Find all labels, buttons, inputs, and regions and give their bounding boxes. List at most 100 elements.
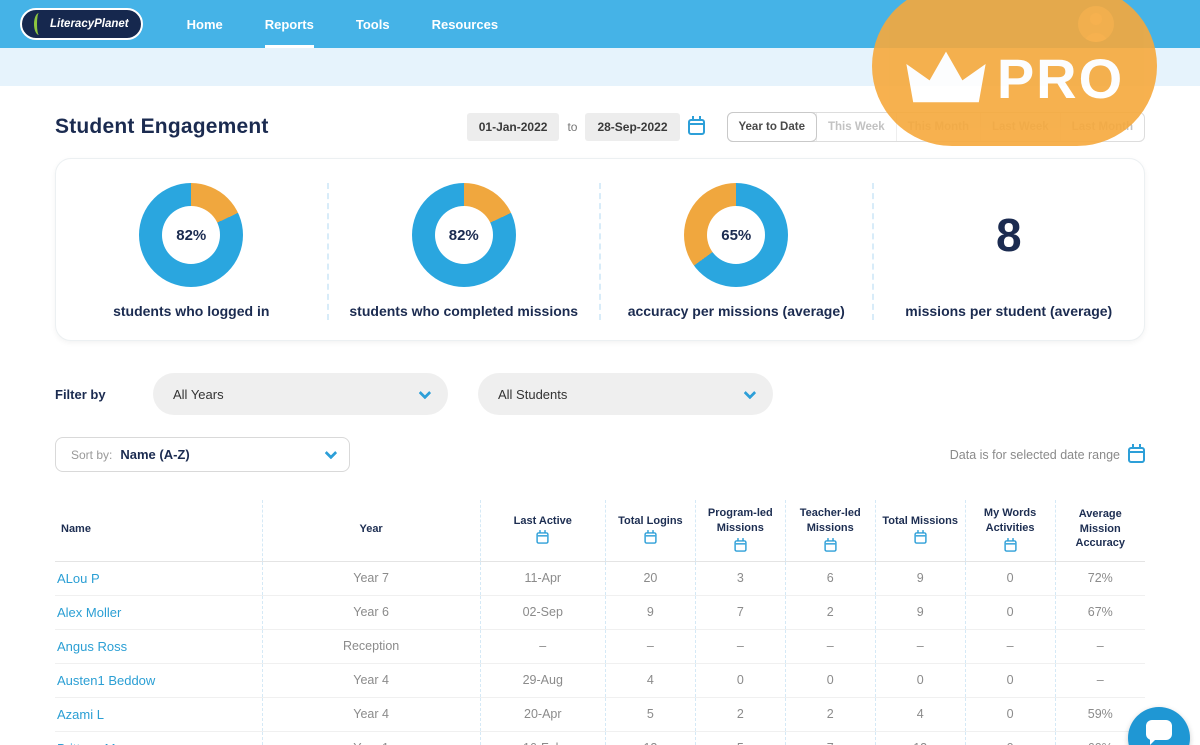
student-name-link[interactable]: Azami L xyxy=(57,707,104,722)
last-active-cell: 11-Apr xyxy=(480,561,605,595)
total-missions-cell: 12 xyxy=(875,731,965,745)
sort-dropdown[interactable]: Sort by: Name (A-Z) xyxy=(55,437,350,472)
nav-home[interactable]: Home xyxy=(187,0,223,48)
column-header-last-active: Last Active xyxy=(480,500,605,561)
avg-accuracy-cell: – xyxy=(1055,629,1145,663)
donut-chart-logged-in: 82% xyxy=(139,183,243,287)
date-note-text: Data is for selected date range xyxy=(950,448,1120,462)
pro-label: PRO xyxy=(997,51,1124,107)
total-missions-cell: – xyxy=(875,629,965,663)
date-to-input[interactable]: 28-Sep-2022 xyxy=(585,113,679,141)
stat-label: students who completed missions xyxy=(349,302,578,320)
to-label: to xyxy=(567,120,577,134)
program-led-cell: 3 xyxy=(695,561,785,595)
student-name-link[interactable]: Angus Ross xyxy=(57,639,127,654)
logo-leaf-icon xyxy=(34,13,44,35)
year-filter-dropdown[interactable]: All Years xyxy=(153,373,448,415)
student-name-link[interactable]: Alex Moller xyxy=(57,605,121,620)
last-active-cell: 02-Sep xyxy=(480,595,605,629)
student-name-cell: Austen1 Beddow xyxy=(55,663,262,697)
pro-watermark: PRO xyxy=(872,0,1157,146)
stat-accuracy: 65% accuracy per missions (average) xyxy=(601,183,874,320)
year-cell: Reception xyxy=(262,629,480,663)
sort-value: Name (A-Z) xyxy=(120,447,189,462)
calendar-icon[interactable] xyxy=(824,540,836,552)
stats-card: 82% students who logged in 82% students … xyxy=(55,158,1145,341)
calendar-icon[interactable] xyxy=(1128,447,1145,463)
table-row: Austen1 Beddow Year 4 29-Aug 4 0 0 0 0 – xyxy=(55,663,1145,697)
nav-resources[interactable]: Resources xyxy=(432,0,498,48)
teacher-led-cell: 2 xyxy=(785,595,875,629)
literacyplanet-logo[interactable]: LiteracyPlanet xyxy=(20,8,143,40)
year-filter-value: All Years xyxy=(173,387,224,402)
my-words-cell: 0 xyxy=(965,731,1055,745)
my-words-cell: – xyxy=(965,629,1055,663)
nav-reports[interactable]: Reports xyxy=(265,0,314,48)
program-led-cell: 2 xyxy=(695,697,785,731)
my-words-cell: 0 xyxy=(965,663,1055,697)
stat-label: accuracy per missions (average) xyxy=(628,302,845,320)
my-words-cell: 0 xyxy=(965,595,1055,629)
column-header-total-missions: Total Missions xyxy=(875,500,965,561)
my-words-cell: 0 xyxy=(965,697,1055,731)
table-row: Azami L Year 4 20-Apr 5 2 2 4 0 59% xyxy=(55,697,1145,731)
student-name-cell: Angus Ross xyxy=(55,629,262,663)
chevron-down-icon xyxy=(325,447,338,460)
year-cell: Year 4 xyxy=(262,663,480,697)
total-logins-cell: 5 xyxy=(605,697,695,731)
table-row: Alex Moller Year 6 02-Sep 9 7 2 9 0 67% xyxy=(55,595,1145,629)
tab-this-week[interactable]: This Week xyxy=(816,113,896,141)
main-content: Student Engagement 01-Jan-2022 to 28-Sep… xyxy=(0,112,1200,745)
chat-icon xyxy=(1146,720,1172,740)
total-logins-cell: 9 xyxy=(605,595,695,629)
last-active-cell: – xyxy=(480,629,605,663)
student-name-cell: Brittney Maree xyxy=(55,731,262,745)
big-number-value: 8 xyxy=(996,208,1022,262)
donut-value: 65% xyxy=(721,227,751,244)
teacher-led-cell: – xyxy=(785,629,875,663)
teacher-led-cell: 7 xyxy=(785,731,875,745)
stat-label: missions per student (average) xyxy=(905,302,1112,320)
column-header-my-words: My Words Activities xyxy=(965,500,1055,561)
total-logins-cell: – xyxy=(605,629,695,663)
total-missions-cell: 0 xyxy=(875,663,965,697)
column-header-avg-accuracy: Average Mission Accuracy xyxy=(1055,500,1145,561)
chevron-down-icon xyxy=(419,386,432,399)
student-name-link[interactable]: Austen1 Beddow xyxy=(57,673,155,688)
nav-tools[interactable]: Tools xyxy=(356,0,390,48)
year-cell: Year 4 xyxy=(262,697,480,731)
total-logins-cell: 4 xyxy=(605,663,695,697)
calendar-icon[interactable] xyxy=(644,533,656,545)
filter-row: Filter by All Years All Students xyxy=(55,373,1145,415)
logo-text: LiteracyPlanet xyxy=(50,18,129,30)
student-name-link[interactable]: Brittney Maree xyxy=(57,741,142,745)
column-header-total-logins: Total Logins xyxy=(605,500,695,561)
teacher-led-cell: 6 xyxy=(785,561,875,595)
donut-chart-accuracy: 65% xyxy=(684,183,788,287)
avg-accuracy-cell: 72% xyxy=(1055,561,1145,595)
table-row: Brittney Maree Year 1 16-Feb 12 5 7 12 0… xyxy=(55,731,1145,745)
total-logins-cell: 20 xyxy=(605,561,695,595)
student-name-link[interactable]: ALou P xyxy=(57,571,100,586)
student-name-cell: Azami L xyxy=(55,697,262,731)
program-led-cell: 0 xyxy=(695,663,785,697)
date-from-input[interactable]: 01-Jan-2022 xyxy=(467,113,560,141)
teacher-led-cell: 0 xyxy=(785,663,875,697)
student-table: Name Year Last Active Total Logins Progr… xyxy=(55,500,1145,745)
year-cell: Year 7 xyxy=(262,561,480,595)
calendar-icon[interactable] xyxy=(537,533,549,545)
student-filter-dropdown[interactable]: All Students xyxy=(478,373,773,415)
total-missions-cell: 4 xyxy=(875,697,965,731)
date-range-controls: 01-Jan-2022 to 28-Sep-2022 xyxy=(467,113,705,141)
year-cell: Year 6 xyxy=(262,595,480,629)
calendar-icon[interactable] xyxy=(734,540,746,552)
program-led-cell: 5 xyxy=(695,731,785,745)
tab-year-to-date[interactable]: Year to Date xyxy=(727,112,817,142)
calendar-icon[interactable] xyxy=(914,533,926,545)
year-cell: Year 1 xyxy=(262,731,480,745)
column-header-program-led: Program-led Missions xyxy=(695,500,785,561)
calendar-icon[interactable] xyxy=(688,119,705,135)
avg-accuracy-cell: 67% xyxy=(1055,595,1145,629)
student-filter-value: All Students xyxy=(498,387,567,402)
calendar-icon[interactable] xyxy=(1004,540,1016,552)
